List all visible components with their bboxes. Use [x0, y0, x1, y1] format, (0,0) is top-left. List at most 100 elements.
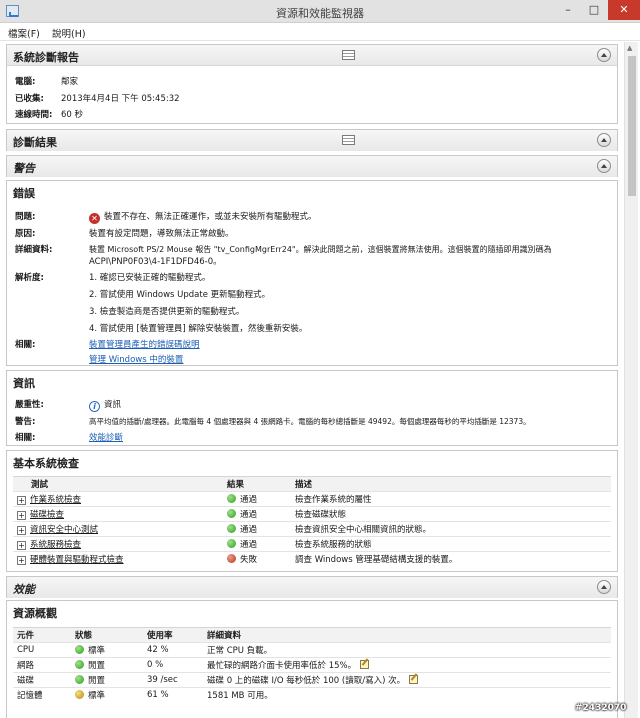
menu-help[interactable]: 說明(H) [52, 26, 86, 40]
error-icon: ✕ [89, 213, 100, 224]
component-name: 磁碟 [13, 672, 71, 688]
warnings-title: 警告 [13, 162, 35, 175]
test-description: 調查 Windows 管理基礎結構支援的裝置。 [291, 551, 611, 567]
report-content: 系統診斷報告 電腦: 鄰家 已收集: 2013年4月4日 下午 05:45:32 速… [6, 42, 620, 718]
test-result: 通過 [240, 495, 258, 505]
performance-header[interactable]: 效能 [7, 577, 617, 598]
test-name[interactable]: 磁碟檢查 [30, 510, 64, 520]
info-icon: i [89, 401, 100, 412]
table-row[interactable]: 記憶體 標準 61 % 1581 MB 可用。 [13, 687, 611, 703]
collapse-warnings-button[interactable] [597, 159, 611, 173]
details-label: 詳細資料: [15, 245, 53, 255]
edit-note-icon[interactable] [360, 660, 370, 669]
menu-file[interactable]: 檔案(F) [8, 26, 40, 40]
close-button[interactable]: ✕ [608, 0, 640, 20]
edit-note-icon[interactable] [409, 675, 419, 684]
fail-status-icon [227, 554, 236, 564]
table-row[interactable]: CPU 標準 42 % 正常 CPU 負載。 [13, 642, 611, 658]
column-header[interactable]: 測試 [13, 476, 223, 492]
status-icon [75, 645, 84, 654]
scroll-up-icon[interactable]: ▲ [627, 44, 632, 52]
expand-icon[interactable]: + [17, 526, 26, 535]
expand-icon[interactable]: + [17, 541, 26, 550]
info-header: 資訊 [7, 371, 617, 392]
collapse-report-button[interactable] [597, 48, 611, 62]
test-name[interactable]: 資訊安全中心測試 [30, 525, 98, 535]
expand-icon[interactable]: + [17, 511, 26, 520]
status-icon [75, 690, 84, 700]
results-header[interactable]: 診斷結果 [7, 130, 617, 151]
test-result: 通過 [240, 525, 258, 535]
performance-diagnostics-link[interactable]: 效能診斷 [89, 433, 123, 443]
expand-icon[interactable]: + [17, 496, 26, 505]
warning-text: 高平均值的插斷/處理器。此電腦每 4 個處理器與 4 張網路卡。電腦的每秒總插斷… [89, 417, 531, 426]
error-code-help-link[interactable]: 裝置管理員產生的錯誤碼說明 [89, 340, 200, 350]
duration-label: 速線時間: [15, 110, 53, 120]
performance-section: 效能 [6, 576, 618, 598]
warnings-header[interactable]: 警告 [7, 156, 617, 177]
vertical-scrollbar[interactable]: ▲ [624, 42, 638, 718]
basic-checks-section: 基本系統檢查 測試 結果 描述 + 作業系統檢查 通過 檢查作業系統的屬性 + 磁碟… [6, 450, 618, 572]
table-row[interactable]: + 硬體裝置與驅動程式檢查 失敗 調查 Windows 管理基礎結構支援的裝置。 [13, 551, 611, 567]
error-section: 錯誤 問題: ✕ 裝置不存在、無法正確運作，或並未安裝所有驅動程式。 原因: 裝置有設… [6, 180, 618, 366]
problem-label: 問題: [15, 212, 36, 222]
collapse-results-button[interactable] [597, 133, 611, 147]
table-row[interactable]: + 作業系統檢查 通過 檢查作業系統的屬性 [13, 491, 611, 507]
component-detail: 最忙碌的網路介面卡使用率低於 15%。 [207, 661, 357, 671]
test-name[interactable]: 作業系統檢查 [30, 495, 81, 505]
component-detail: 正常 CPU 負載。 [203, 642, 611, 658]
column-header[interactable]: 狀態 [71, 627, 143, 643]
column-header[interactable]: 元件 [13, 627, 71, 643]
manage-devices-link[interactable]: 管理 Windows 中的裝置 [89, 355, 183, 365]
error-title: 錯誤 [13, 187, 35, 200]
collapse-performance-button[interactable] [597, 580, 611, 594]
table-row[interactable]: + 系統服務檢查 通過 檢查系統服務的狀態 [13, 536, 611, 552]
window-title: 資源和效能監視器 [276, 7, 364, 20]
maximize-button[interactable]: □ [581, 0, 607, 20]
component-detail: 1581 MB 可用。 [203, 687, 611, 703]
table-row[interactable]: + 資訊安全中心測試 通過 檢查資訊安全中心相關資訊的狀態。 [13, 521, 611, 537]
table-row[interactable]: 網路 閒置 0 % 最忙碌的網路介面卡使用率低於 15%。 [13, 657, 611, 673]
scroll-thumb[interactable] [628, 56, 636, 196]
info-related-label: 相關: [15, 433, 36, 443]
pass-status-icon [227, 524, 236, 533]
pass-status-icon [227, 539, 236, 548]
report-summary-section: 系統診斷報告 電腦: 鄰家 已收集: 2013年4月4日 下午 05:45:32 速… [6, 44, 618, 124]
severity-label: 嚴重性: [15, 400, 44, 410]
related-label: 相關: [15, 340, 36, 350]
basic-checks-table: 測試 結果 描述 + 作業系統檢查 通過 檢查作業系統的屬性 + 磁碟檢查 通過 檢… [13, 476, 611, 567]
diagnostic-results-section: 診斷結果 [6, 129, 618, 151]
test-result: 通過 [240, 510, 258, 520]
column-header[interactable]: 詳細資料 [203, 627, 611, 643]
resolution-label: 解析度: [15, 273, 44, 283]
test-description: 檢查作業系統的屬性 [291, 491, 611, 507]
test-result: 通過 [240, 540, 258, 550]
component-status: 閒置 [88, 676, 106, 686]
resolution-step: 1. 確認已安裝正確的驅動程式。 [89, 273, 211, 283]
resource-table: 元件 狀態 使用率 詳細資料 CPU 標準 42 % 正常 CPU 負載。 網路… [13, 627, 611, 703]
results-title: 診斷結果 [13, 136, 57, 149]
column-header[interactable]: 使用率 [143, 627, 203, 643]
test-description: 檢查資訊安全中心相關資訊的狀態。 [291, 521, 611, 537]
test-name[interactable]: 系統服務檢查 [30, 540, 81, 550]
expand-icon[interactable]: + [17, 556, 26, 566]
column-header[interactable]: 描述 [291, 476, 611, 492]
table-view-icon[interactable] [342, 50, 355, 60]
table-row[interactable]: 磁碟 閒置 39 /sec 磁碟 0 上的磁碟 I/O 每秒低於 100 (讀取… [13, 672, 611, 688]
test-name[interactable]: 硬體裝置與驅動程式檢查 [30, 555, 124, 565]
resolution-step: 4. 嘗試使用 [裝置管理員] 解除安裝裝置，然後重新安裝。 [89, 324, 308, 334]
minimize-button[interactable]: – [555, 0, 581, 20]
table-row[interactable]: + 磁碟檢查 通過 檢查磁碟狀態 [13, 506, 611, 522]
component-usage: 42 % [143, 642, 203, 658]
cause-label: 原因: [15, 229, 36, 239]
warning-label: 警告: [15, 417, 36, 427]
resource-overview-title: 資源概觀 [13, 607, 57, 620]
details-text-line1: 裝置 Microsoft PS/2 Mouse 報告 "tv_ConfigMgr… [89, 245, 552, 254]
collected-label: 已收集: [15, 94, 44, 104]
column-header[interactable]: 結果 [223, 476, 291, 492]
report-header[interactable]: 系統診斷報告 [7, 45, 617, 66]
table-view-icon[interactable] [342, 135, 355, 145]
info-title: 資訊 [13, 377, 35, 390]
status-icon [75, 675, 84, 684]
warnings-section: 警告 [6, 155, 618, 177]
